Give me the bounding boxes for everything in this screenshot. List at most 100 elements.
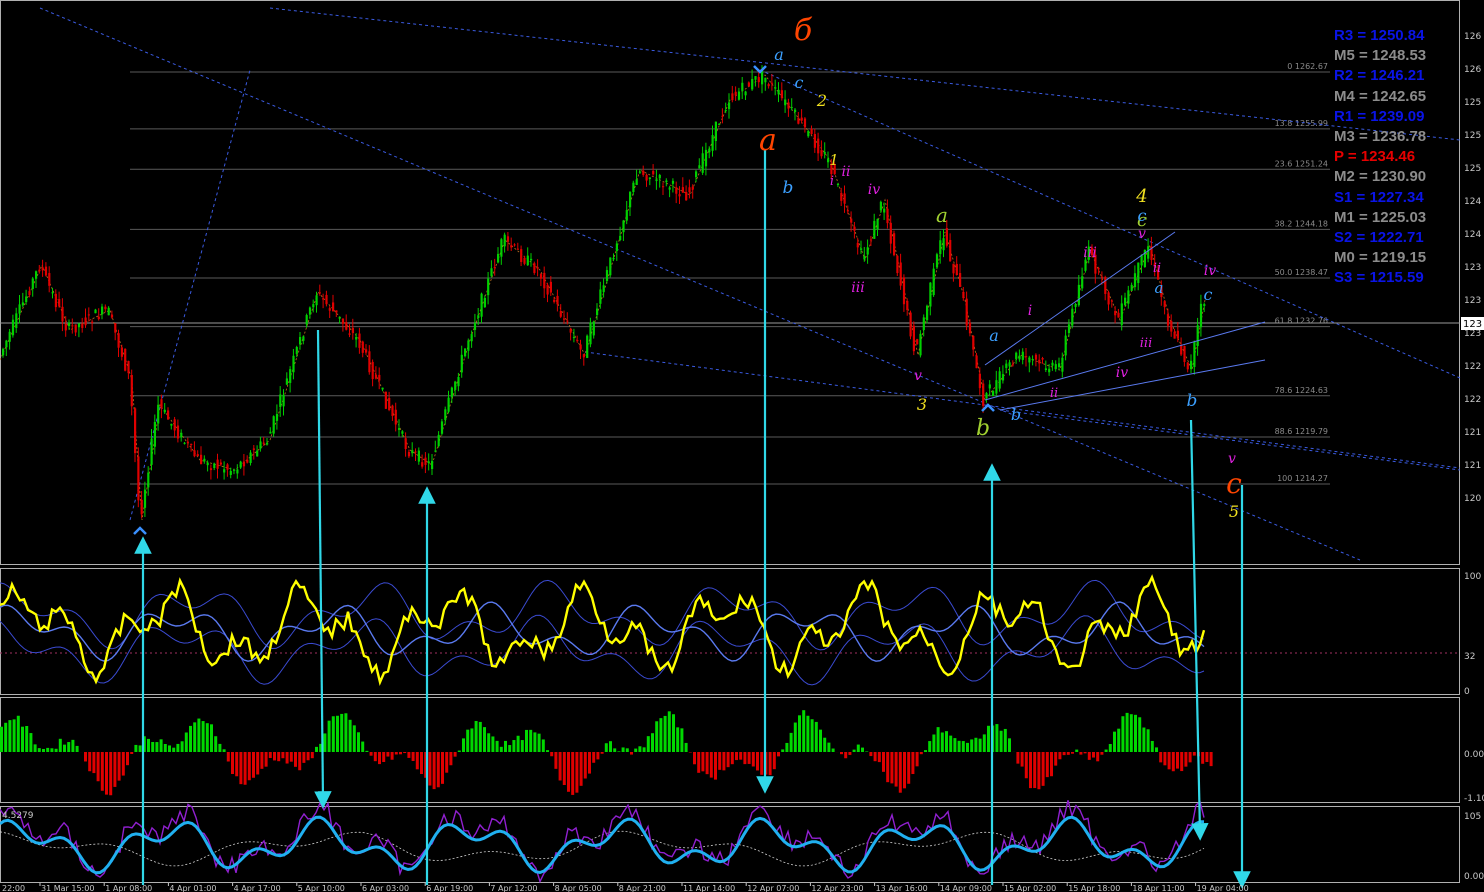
histogram-bar	[772, 752, 776, 770]
candle-body	[368, 351, 371, 373]
candle-body	[467, 340, 470, 351]
histogram-bar	[504, 740, 507, 752]
histogram-bar	[394, 752, 398, 755]
candle-body	[404, 438, 407, 449]
histogram-bar	[676, 727, 680, 752]
candle-body	[137, 456, 140, 501]
histogram-bar	[798, 715, 801, 752]
histogram-bar	[919, 752, 923, 755]
candle-body	[817, 138, 820, 154]
histogram-bar	[558, 752, 562, 781]
candle-body	[751, 78, 754, 90]
candle-body	[35, 271, 38, 279]
candle-body	[734, 91, 737, 96]
histogram-bar	[827, 742, 831, 752]
histogram-bar	[625, 748, 629, 752]
candle-body	[896, 255, 899, 274]
candle-body	[866, 247, 869, 255]
candle-body	[737, 91, 741, 100]
candle-body	[1021, 351, 1024, 360]
candle-body	[440, 421, 444, 434]
histogram-bar	[84, 752, 87, 762]
candle-body	[173, 419, 176, 431]
candle-body	[490, 268, 493, 277]
candle-body	[629, 192, 632, 208]
wave-label: iv	[1204, 263, 1216, 279]
histogram-bar	[1045, 752, 1049, 778]
candle-body	[213, 463, 216, 469]
osc1-tick-label: 0	[1464, 687, 1470, 697]
candle-body	[398, 428, 401, 430]
histogram-bar	[67, 742, 71, 752]
histogram-bar	[785, 742, 789, 752]
candle-body	[889, 222, 892, 244]
candle-body	[539, 274, 543, 279]
histogram-bar	[604, 743, 608, 752]
histogram-bar	[768, 752, 772, 776]
histogram-bar	[12, 719, 16, 752]
histogram-bar	[961, 741, 965, 752]
candle-body	[378, 374, 381, 381]
candle-body	[569, 328, 572, 333]
candle-body	[196, 454, 199, 457]
candle-body	[533, 263, 536, 273]
histogram-bar	[411, 752, 415, 761]
histogram-bar	[214, 736, 218, 752]
candle-body	[1196, 325, 1199, 347]
histogram-bar	[520, 740, 524, 752]
candle-body	[648, 177, 651, 180]
osc1-main	[0, 574, 1206, 686]
candle-body	[1081, 276, 1084, 289]
histogram-bar	[109, 752, 113, 796]
wave-label: iii	[1140, 336, 1152, 351]
histogram-bar	[588, 752, 591, 774]
candle-body	[563, 318, 566, 320]
histogram-bar	[33, 744, 37, 752]
histogram-bar	[63, 744, 66, 752]
candle-body	[427, 461, 430, 463]
wave-label: 1	[829, 151, 839, 169]
candle-body	[77, 323, 81, 328]
candle-body	[351, 327, 354, 333]
osc1-tick-label: 100	[1464, 572, 1481, 582]
candle-body	[553, 299, 556, 302]
histogram-bar	[814, 721, 818, 752]
histogram-bar	[466, 729, 470, 752]
candle-body	[153, 422, 156, 447]
pivot-level: M3 = 1236.78	[1334, 128, 1427, 146]
candle-body	[1124, 297, 1127, 306]
histogram-bar	[999, 730, 1003, 752]
wave-channel	[984, 231, 1266, 411]
candle-body	[2, 348, 5, 356]
histogram-bar	[285, 752, 289, 764]
wave-label: v	[1228, 451, 1236, 467]
histogram-bar	[369, 752, 373, 756]
y-tick-label: 122	[1464, 362, 1481, 372]
histogram-bar	[4, 722, 8, 752]
candle-body	[160, 399, 163, 409]
fib-levels: 0 1262.67 13.8 1255.99 23.6 1251.24 38.2 12…	[0, 62, 1460, 485]
histogram-bar	[945, 731, 948, 752]
wave-label: c	[1204, 285, 1213, 304]
candle-body	[421, 462, 424, 467]
candle-body	[457, 376, 460, 387]
candle-body	[876, 218, 879, 230]
histogram-bar	[499, 746, 503, 752]
candle-body	[229, 470, 232, 475]
histogram-bar	[46, 747, 50, 752]
histogram-bar	[281, 752, 285, 759]
pivot-level: P = 1234.46	[1334, 148, 1416, 166]
candle-body	[893, 233, 896, 256]
histogram-bar	[457, 750, 461, 752]
pivot-level: S1 = 1227.34	[1334, 188, 1424, 206]
trend-line	[129, 69, 251, 521]
histogram-bar	[730, 752, 734, 765]
candle-body	[764, 77, 767, 83]
candle-body	[592, 321, 595, 336]
candle-body	[1110, 300, 1113, 302]
x-tick-label: 8 Apr 21:00	[619, 884, 666, 892]
histogram-bar	[966, 742, 969, 752]
candle-body	[140, 499, 143, 515]
histogram-bar	[739, 752, 743, 760]
histogram-bar	[1113, 731, 1116, 752]
